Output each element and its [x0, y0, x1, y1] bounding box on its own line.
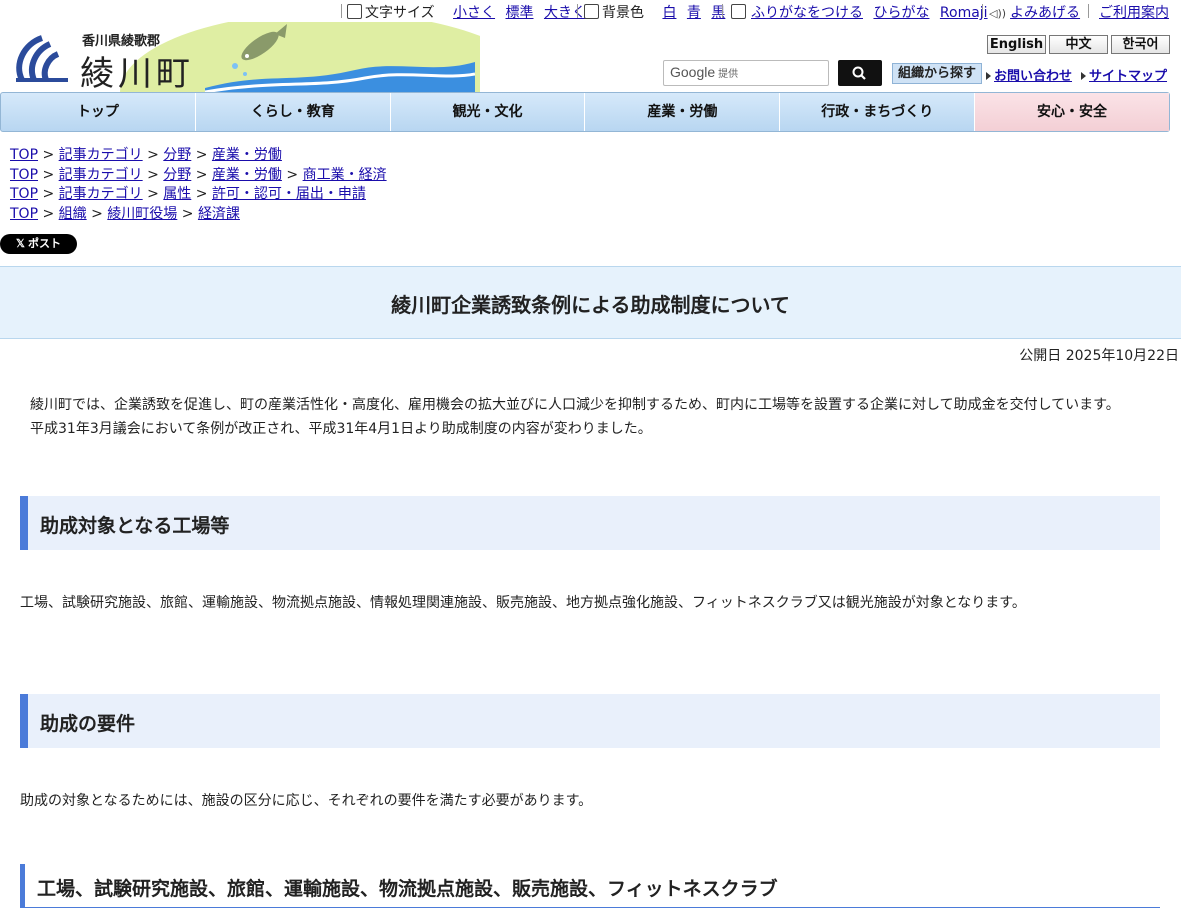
hiragana-link[interactable]: ひらがな	[873, 5, 929, 21]
breadcrumb-link[interactable]: 経済課	[198, 206, 240, 222]
subsection-heading: 工場、試験研究施設、旅館、運輸施設、物流拠点施設、販売施設、フィットネスクラブ	[20, 864, 1160, 908]
furigana-icon	[731, 4, 746, 19]
nav-item-industry[interactable]: 産業・労働	[585, 93, 781, 131]
breadcrumb-row: TOP > 記事カテゴリ > 分野 > 産業・労働	[10, 147, 282, 163]
breadcrumb-link[interactable]: 商工業・経済	[303, 167, 387, 183]
town-name: 綾川町	[80, 54, 194, 92]
x-logo-icon: 𝕏	[16, 238, 28, 250]
furigana-controls: ふりがなをつける ひらがな Romaji	[731, 2, 988, 22]
section-heading: 助成対象となる工場等	[20, 496, 1160, 550]
intro-paragraph: 綾川町では、企業誘致を促進し、町の産業活性化・高度化、雇用機会の拡大並びに人口減…	[30, 397, 1120, 413]
breadcrumb-link[interactable]: 綾川町役場	[107, 206, 177, 222]
divider	[577, 4, 578, 18]
x-post-button[interactable]: 𝕏 ポスト	[0, 234, 77, 254]
bg-white-link[interactable]: 白	[662, 5, 676, 21]
breadcrumb-link[interactable]: 分野	[163, 167, 191, 183]
breadcrumb-link[interactable]: 産業・労働	[212, 147, 282, 163]
breadcrumb-link[interactable]: TOP	[10, 186, 38, 202]
search-button[interactable]	[838, 60, 882, 86]
guide-control: ご利用案内	[1093, 2, 1169, 22]
breadcrumb-row: TOP > 記事カテゴリ > 分野 > 産業・労働 > 商工業・経済	[10, 166, 387, 183]
breadcrumb-link[interactable]: 記事カテゴリ	[59, 186, 143, 202]
breadcrumb-link[interactable]: TOP	[10, 167, 38, 183]
intro-paragraph: 平成31年3月議会において条例が改正され、平成31年4月1日より助成制度の内容が…	[30, 421, 652, 437]
published-date: 公開日 2025年10月22日	[1019, 348, 1179, 364]
bg-black-link[interactable]: 黒	[711, 5, 725, 21]
breadcrumb: TOP > 記事カテゴリ > 分野 > 産業・労働 TOP > 記事カテゴリ >…	[10, 146, 387, 224]
search-icon	[852, 66, 866, 80]
breadcrumb-link[interactable]: 組織	[59, 206, 87, 222]
breadcrumb-row: TOP > 記事カテゴリ > 属性 > 許可・認可・届出・申請	[10, 186, 366, 202]
global-nav: トップ くらし・教育 観光・文化 産業・労働 行政・まちづくり 安心・安全	[0, 92, 1170, 132]
post-button-label: ポスト	[27, 238, 61, 250]
section-heading-text: 助成の要件	[40, 713, 136, 735]
speaker-icon: ◁))	[989, 7, 1007, 20]
breadcrumb-link[interactable]: 分野	[163, 147, 191, 163]
lang-chinese-button[interactable]: 中文	[1049, 35, 1108, 54]
page-title: 綾川町企業誘致条例による助成制度について	[391, 293, 790, 317]
font-standard-link[interactable]: 標準	[506, 5, 534, 21]
breadcrumb-link[interactable]: TOP	[10, 206, 38, 222]
site-logo[interactable]: 香川県綾歌郡 綾川町	[0, 22, 480, 92]
section-text: 助成の対象となるためには、施設の区分に応じ、それぞれの要件を満たす必要があります…	[20, 793, 593, 809]
breadcrumb-row: TOP > 組織 > 綾川町役場 > 経済課	[10, 205, 240, 222]
nav-item-safety[interactable]: 安心・安全	[975, 93, 1169, 131]
intro-text: 綾川町では、企業誘致を促進し、町の産業活性化・高度化、雇用機会の拡大並びに人口減…	[30, 393, 1160, 441]
subsection-heading-text: 工場、試験研究施設、旅館、運輸施設、物流拠点施設、販売施設、フィットネスクラブ	[37, 878, 778, 900]
nav-item-tourism[interactable]: 観光・文化	[391, 93, 586, 131]
google-logo: Google 提供	[670, 64, 739, 80]
divider	[1088, 4, 1089, 18]
read-aloud-control: ◁)) よみあげる	[989, 2, 1080, 22]
section-heading-text: 助成対象となる工場等	[40, 515, 230, 537]
org-search-button[interactable]: 組織から探す	[892, 63, 982, 84]
sitemap-link[interactable]: サイトマップ	[1081, 65, 1167, 84]
divider	[982, 4, 983, 18]
town-emblem-icon	[16, 35, 68, 82]
bgcolor-icon	[584, 4, 599, 19]
breadcrumb-link[interactable]: 記事カテゴリ	[59, 167, 143, 183]
section-heading: 助成の要件	[20, 694, 1160, 748]
title-band: 綾川町企業誘致条例による助成制度について	[0, 266, 1181, 339]
font-size-icon	[347, 4, 362, 19]
breadcrumb-link[interactable]: 属性	[163, 186, 191, 202]
font-size-label: 文字サイズ	[365, 5, 435, 21]
lang-english-button[interactable]: English	[987, 35, 1046, 54]
font-small-link[interactable]: 小さく	[453, 5, 495, 21]
breadcrumb-link[interactable]: TOP	[10, 147, 38, 163]
furigana-link[interactable]: ふりがなをつける	[751, 5, 863, 21]
lang-korean-button[interactable]: 한국어	[1111, 35, 1170, 54]
divider	[341, 4, 342, 18]
nav-item-administration[interactable]: 行政・まちづくり	[780, 93, 976, 131]
site-header: 香川県綾歌郡 綾川町 English 中文 한국어 Google 提供 組織から探…	[0, 22, 1181, 92]
font-size-controls: 文字サイズ 小さく 標準 大きく	[347, 2, 586, 22]
search-input[interactable]: Google 提供	[663, 60, 829, 86]
section-text: 工場、試験研究施設、旅館、運輸施設、物流拠点施設、情報処理関連施設、販売施設、地…	[20, 595, 1026, 611]
guide-link[interactable]: ご利用案内	[1099, 5, 1169, 21]
divider	[722, 4, 723, 18]
read-aloud-link[interactable]: よみあげる	[1010, 5, 1080, 21]
breadcrumb-link[interactable]: 産業・労働	[212, 167, 282, 183]
fish-river-icon	[205, 24, 475, 92]
breadcrumb-link[interactable]: 許可・認可・届出・申請	[212, 186, 366, 202]
breadcrumb-link[interactable]: 記事カテゴリ	[59, 147, 143, 163]
romaji-link[interactable]: Romaji	[940, 5, 988, 21]
bgcolor-label: 背景色	[602, 5, 644, 21]
font-large-link[interactable]: 大きく	[544, 5, 586, 21]
utility-bar: 文字サイズ 小さく 標準 大きく 背景色 白 青 黒 ふりがなをつける ひらがな…	[0, 0, 1181, 22]
bgcolor-controls: 背景色 白 青 黒	[584, 2, 725, 22]
bg-blue-link[interactable]: 青	[687, 5, 701, 21]
nav-item-top[interactable]: トップ	[1, 93, 196, 131]
nav-item-living[interactable]: くらし・教育	[196, 93, 391, 131]
contact-link[interactable]: お問い合わせ	[986, 65, 1072, 84]
